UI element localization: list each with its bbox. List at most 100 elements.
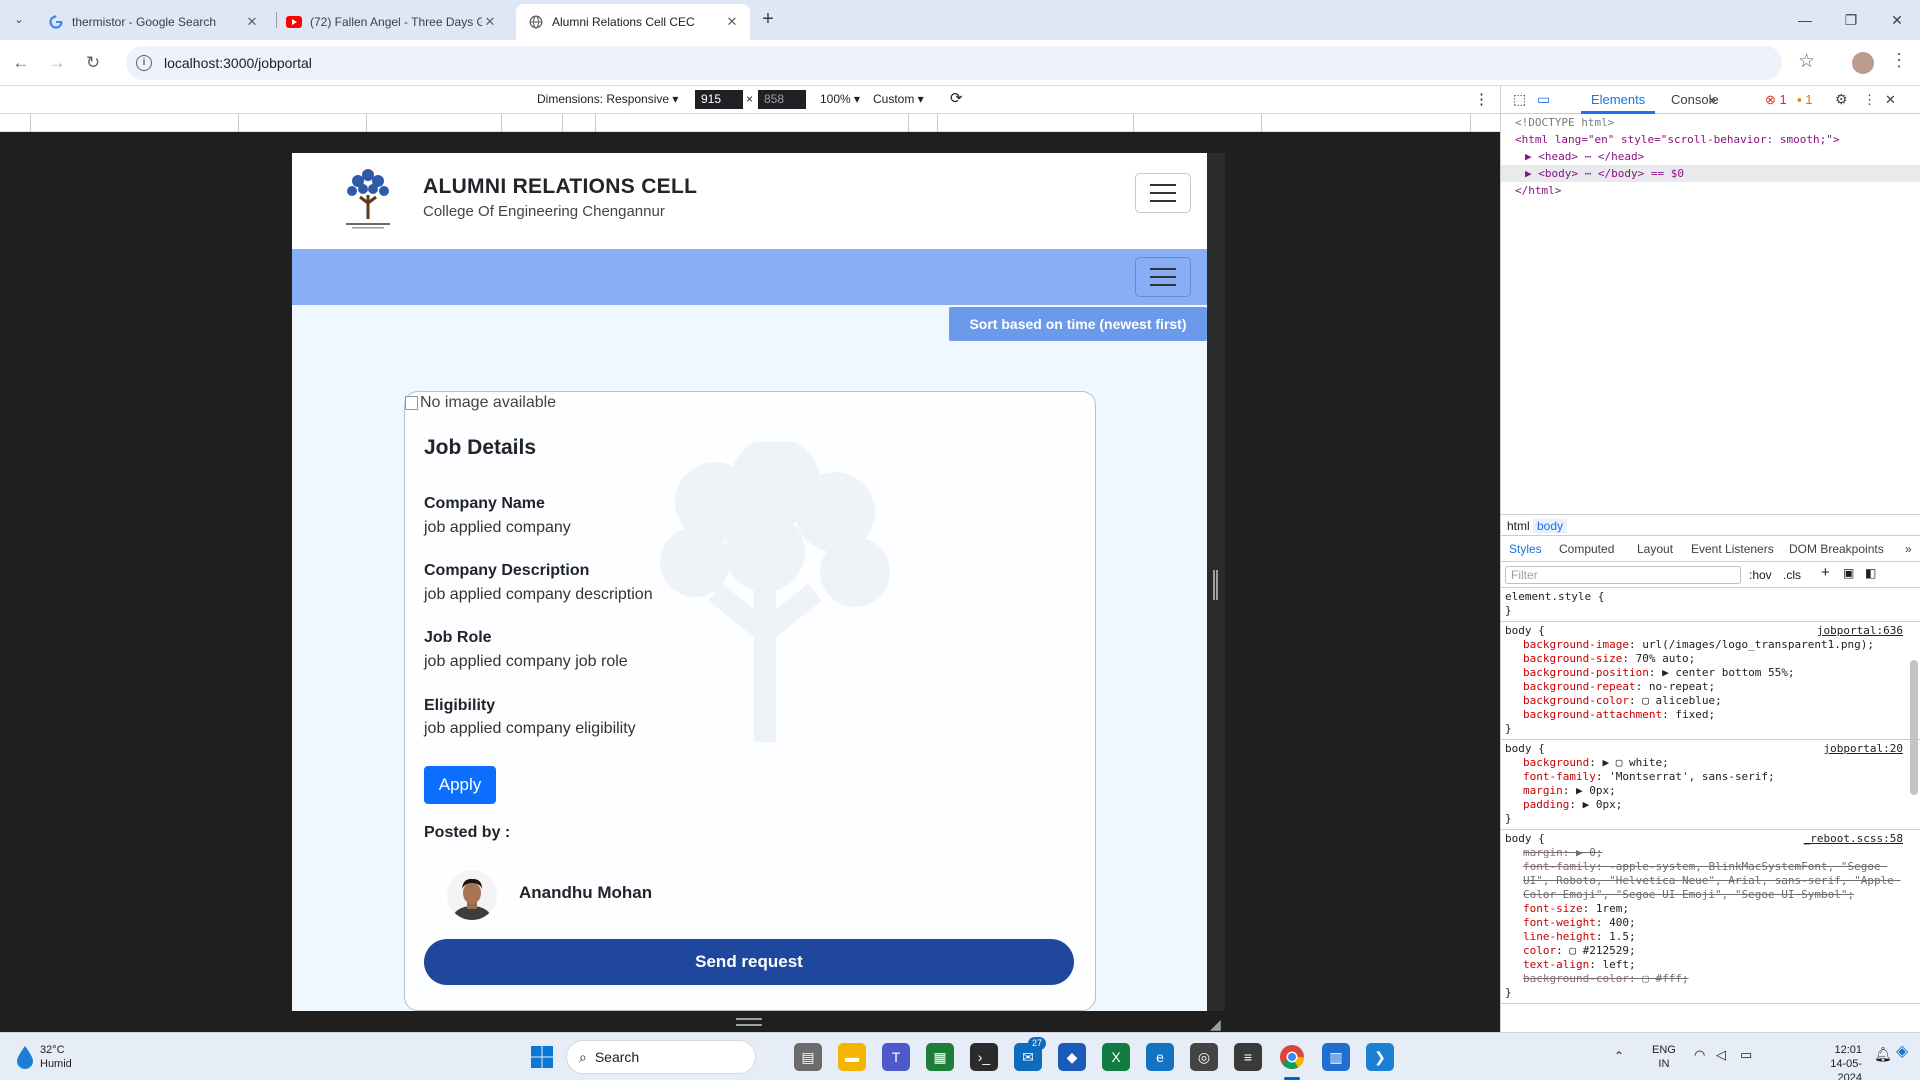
rule-selector[interactable]: element.style { <box>1505 590 1920 604</box>
dom-line[interactable]: </html> <box>1501 182 1920 199</box>
header-menu-toggle[interactable] <box>1135 173 1191 213</box>
dom-line-selected[interactable]: ▶ <body> ⋯ </body> == $0 <box>1501 165 1920 182</box>
css-declaration[interactable]: padding: ▶ 0px; <box>1505 798 1920 812</box>
weather-widget[interactable]: 32°C Humid <box>16 1043 72 1071</box>
dom-line[interactable]: <!DOCTYPE html> <box>1501 114 1920 131</box>
sticky-app-icon[interactable]: ≡ <box>1234 1043 1262 1071</box>
clock[interactable]: 12:01 14-05-2024 <box>1808 1043 1862 1080</box>
copilot-icon[interactable]: ◈ <box>1896 1044 1908 1060</box>
tab-google-search[interactable]: thermistor - Google Search ✕ <box>36 4 270 40</box>
devtools-close-icon[interactable]: ✕ <box>1885 92 1896 108</box>
css-declaration[interactable]: margin: ▶ 0px; <box>1505 784 1920 798</box>
css-declaration[interactable]: font-family: 'Montserrat', sans-serif; <box>1505 770 1920 784</box>
dom-line[interactable]: <html lang="en" style="scroll-behavior: … <box>1501 131 1920 148</box>
height-input[interactable]: 858 <box>758 90 806 109</box>
css-declaration[interactable]: background-color: ▢ aliceblue; <box>1505 694 1920 708</box>
css-declaration[interactable]: background-repeat: no-repeat; <box>1505 680 1920 694</box>
wifi-icon[interactable]: ◠ <box>1694 1048 1705 1062</box>
task-view-icon[interactable]: ▤ <box>794 1043 822 1071</box>
media-app-icon[interactable]: ◎ <box>1190 1043 1218 1071</box>
resize-handle-right[interactable] <box>1213 570 1218 600</box>
tab-search-button[interactable]: ⌄ <box>8 9 30 31</box>
sheets-app-icon[interactable]: ▦ <box>926 1043 954 1071</box>
back-button[interactable]: ← <box>8 50 34 76</box>
rule-source-link[interactable]: jobportal:636 <box>1817 624 1903 637</box>
profile-avatar[interactable] <box>1852 52 1874 74</box>
cls-toggle[interactable]: .cls <box>1783 568 1801 582</box>
styles-filter-input[interactable]: Filter <box>1505 566 1741 584</box>
width-input[interactable]: 915 <box>695 90 743 109</box>
more-subtabs-icon[interactable]: » <box>1905 542 1912 556</box>
restore-button[interactable]: ❐ <box>1828 0 1874 40</box>
element-state-icon[interactable]: ▣ <box>1843 566 1854 580</box>
apply-button[interactable]: Apply <box>424 766 496 804</box>
more-tabs-icon[interactable]: » <box>1709 92 1716 107</box>
new-tab-button[interactable]: + <box>756 8 780 32</box>
tab-alumni-relations[interactable]: Alumni Relations Cell CEC ✕ <box>516 4 750 40</box>
css-declaration[interactable]: background-image: url(/images/logo_trans… <box>1505 638 1920 652</box>
css-declaration[interactable]: font-size: 1rem; <box>1505 902 1920 916</box>
settings-gear-icon[interactable]: ⚙ <box>1835 91 1848 108</box>
browser-menu-icon[interactable]: ⋮ <box>1890 50 1908 71</box>
close-icon[interactable]: ✕ <box>724 14 740 30</box>
inspect-element-icon[interactable]: ⬚ <box>1513 91 1526 108</box>
new-rule-icon[interactable]: + <box>1821 564 1830 581</box>
excel-icon[interactable]: X <box>1102 1043 1130 1071</box>
styles-scrollbar[interactable] <box>1910 660 1918 795</box>
css-declaration[interactable]: background-color: ▢ #fff; <box>1505 972 1920 986</box>
tab-elements[interactable]: Elements <box>1591 92 1645 107</box>
address-bar[interactable]: i localhost:3000/jobportal <box>126 46 1782 80</box>
warning-count[interactable]: ▪ 1 <box>1797 92 1812 107</box>
rule-source-link[interactable]: _reboot.scss:58 <box>1804 832 1903 845</box>
css-declaration[interactable]: line-height: 1.5; <box>1505 930 1920 944</box>
edge-icon[interactable]: e <box>1146 1043 1174 1071</box>
resize-handle-bottom[interactable] <box>736 1018 762 1026</box>
window-close-button[interactable]: ✕ <box>1874 0 1920 40</box>
dimensions-dropdown[interactable]: Dimensions: Responsive ▾ <box>537 92 678 106</box>
css-declaration[interactable]: background-position: ▶ center bottom 55%… <box>1505 666 1920 680</box>
terminal-icon[interactable]: ›_ <box>970 1043 998 1071</box>
resize-corner-icon[interactable]: ◢ <box>1210 1016 1221 1033</box>
device-toggle-icon[interactable]: ▭ <box>1537 91 1550 108</box>
css-declaration[interactable]: background: ▶ ▢ white; <box>1505 756 1920 770</box>
css-declaration[interactable]: background-size: 70% auto; <box>1505 652 1920 666</box>
rotate-icon[interactable]: ⟳ <box>950 89 963 107</box>
devtools-menu-icon[interactable]: ⋮ <box>1863 92 1876 108</box>
notepad-app-icon[interactable]: ▥ <box>1322 1043 1350 1071</box>
forward-button[interactable]: → <box>44 50 70 76</box>
tab-computed[interactable]: Computed <box>1559 542 1614 556</box>
tab-youtube[interactable]: (72) Fallen Angel - Three Days Grace ✕ <box>274 4 508 40</box>
file-explorer-icon[interactable]: ▬ <box>838 1043 866 1071</box>
sort-by-time-button[interactable]: Sort based on time (newest first) <box>949 307 1207 341</box>
minimize-button[interactable]: — <box>1782 0 1828 40</box>
css-declaration[interactable]: font-weight: 400; <box>1505 916 1920 930</box>
css-declaration[interactable]: font-family: -apple-system, BlinkMacSyst… <box>1505 860 1920 902</box>
breadcrumb-body[interactable]: body <box>1533 519 1568 533</box>
close-icon[interactable]: ✕ <box>244 14 260 30</box>
throttle-dropdown[interactable]: Custom ▾ <box>873 92 924 106</box>
tab-layout[interactable]: Layout <box>1637 542 1673 556</box>
dom-line[interactable]: ▶ <head> ⋯ </head> <box>1501 148 1920 165</box>
zoom-dropdown[interactable]: 100% ▾ <box>820 92 860 106</box>
tab-dom-breakpoints[interactable]: DOM Breakpoints <box>1789 542 1884 556</box>
rule-source-link[interactable]: jobportal:20 <box>1824 742 1903 755</box>
volume-icon[interactable]: ◁ <box>1716 1048 1726 1062</box>
app-shield-icon[interactable]: ◆ <box>1058 1043 1086 1071</box>
vscode-icon[interactable]: ❯ <box>1366 1043 1394 1071</box>
css-declaration[interactable]: margin: ▶ 0; <box>1505 846 1920 860</box>
breadcrumb-html[interactable]: html <box>1507 519 1530 533</box>
send-request-button[interactable]: Send request <box>424 939 1074 985</box>
tray-overflow-icon[interactable]: ⌃ <box>1614 1049 1624 1063</box>
chrome-icon[interactable] <box>1278 1043 1306 1071</box>
css-declaration[interactable]: text-align: left; <box>1505 958 1920 972</box>
error-count[interactable]: ⊗ 1 <box>1765 92 1787 108</box>
tab-styles[interactable]: Styles <box>1509 542 1542 556</box>
language-indicator[interactable]: ENG IN <box>1652 1043 1676 1071</box>
hov-toggle[interactable]: :hov <box>1749 568 1772 582</box>
notification-bell-icon[interactable]: 🔔︎ <box>1874 1047 1892 1061</box>
battery-icon[interactable]: ▭ <box>1740 1048 1752 1062</box>
css-declaration[interactable]: background-attachment: fixed; <box>1505 708 1920 722</box>
sidebar-toggle-icon[interactable]: ◧ <box>1865 566 1876 580</box>
bookmark-star-icon[interactable]: ☆ <box>1798 50 1815 73</box>
windows-start-icon[interactable] <box>528 1043 556 1071</box>
